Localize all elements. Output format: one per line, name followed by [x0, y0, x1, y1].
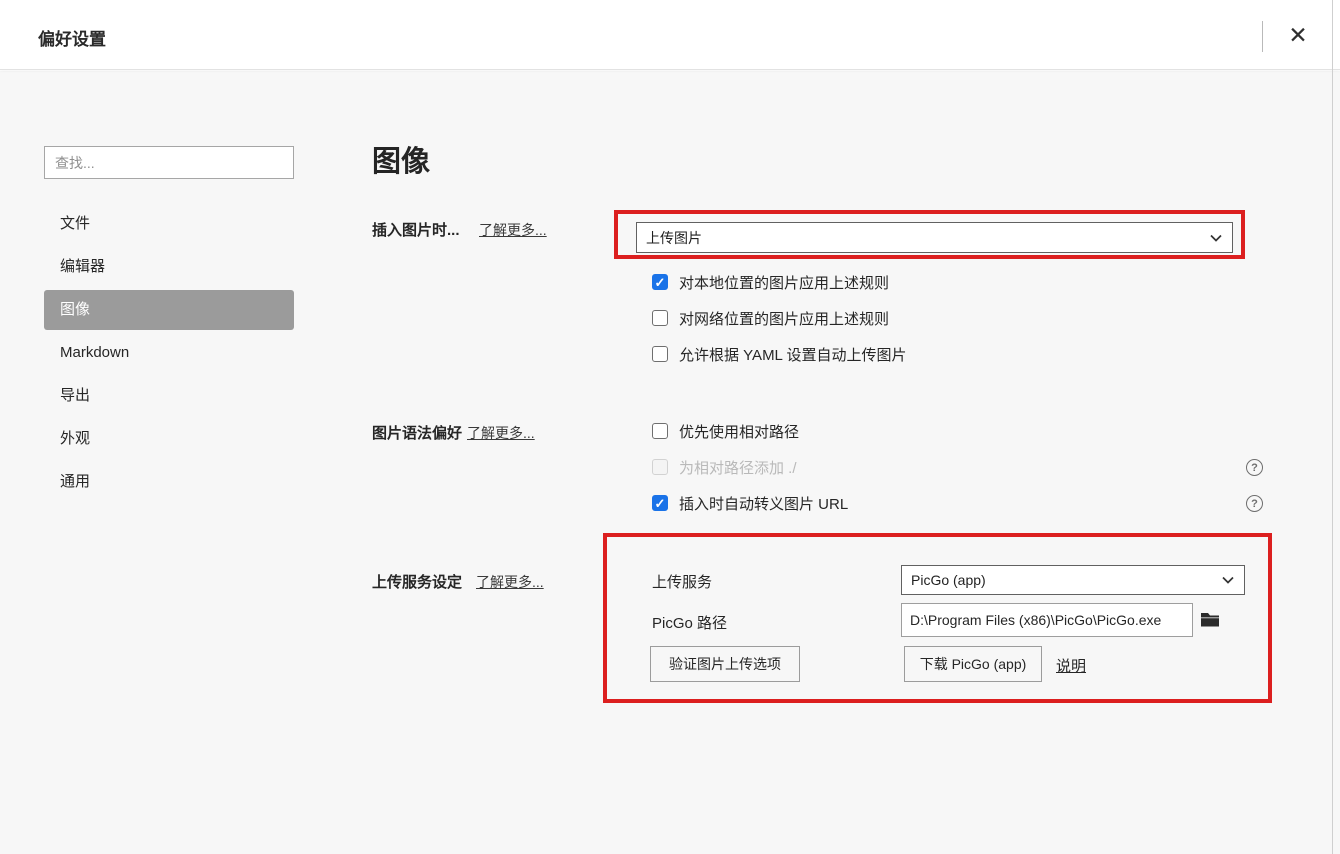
download-picgo-button[interactable]: 下载 PicGo (app) [904, 646, 1042, 682]
titlebar: 偏好设置 ✕ [0, 0, 1340, 70]
sidebar-item-appearance[interactable]: 外观 [44, 419, 294, 459]
checkbox-row: 插入时自动转义图片 URL [652, 494, 848, 512]
checkbox-local-rule[interactable] [652, 274, 668, 290]
checkbox-label: 对网络位置的图片应用上述规则 [679, 308, 889, 329]
upload-service-select-value: PicGo (app) [911, 572, 986, 588]
upload-service-select[interactable]: PicGo (app) [901, 565, 1245, 595]
insert-action-select-value: 上传图片 [646, 228, 702, 248]
checkbox-yaml-upload[interactable] [652, 346, 668, 362]
checkbox-add-dot-slash [652, 459, 668, 475]
picgo-path-label: PicGo 路径 [652, 612, 727, 633]
upload-section-label: 上传服务设定 [372, 571, 462, 592]
checkbox-label: 插入时自动转义图片 URL [679, 493, 848, 514]
sidebar-item-markdown[interactable]: Markdown [44, 333, 294, 373]
checkbox-network-rule[interactable] [652, 310, 668, 326]
titlebar-divider [1262, 21, 1263, 52]
sidebar-item-editor[interactable]: 编辑器 [44, 247, 294, 287]
syntax-section-label: 图片语法偏好 [372, 422, 462, 443]
checkbox-row: 对本地位置的图片应用上述规则 [652, 273, 889, 291]
preferences-panel: 文件 编辑器 图像 Markdown 导出 外观 通用 图像 插入图片时... … [0, 71, 1340, 854]
chevron-down-icon [1210, 234, 1222, 242]
sidebar-item-export[interactable]: 导出 [44, 376, 294, 416]
sidebar-item-files[interactable]: 文件 [44, 204, 294, 244]
help-icon[interactable]: ? [1246, 495, 1263, 512]
window-title: 偏好设置 [38, 25, 106, 50]
checkbox-row: 优先使用相对路径 [652, 422, 799, 440]
picgo-path-input[interactable] [901, 603, 1193, 637]
window-right-edge [1332, 0, 1333, 854]
checkbox-label: 为相对路径添加 ./ [679, 457, 797, 478]
instructions-link[interactable]: 说明 [1056, 655, 1086, 676]
help-icon[interactable]: ? [1246, 459, 1263, 476]
upload-service-label: 上传服务 [652, 571, 712, 592]
sidebar-nav: 文件 编辑器 图像 Markdown 导出 外观 通用 [44, 204, 294, 505]
close-icon[interactable]: ✕ [1281, 18, 1315, 52]
syntax-learn-more-link[interactable]: 了解更多... [467, 423, 535, 443]
checkbox-escape-url[interactable] [652, 495, 668, 511]
checkbox-relative-path[interactable] [652, 423, 668, 439]
insert-learn-more-link[interactable]: 了解更多... [479, 220, 547, 240]
checkbox-row: 允许根据 YAML 设置自动上传图片 [652, 345, 907, 363]
checkbox-row: 为相对路径添加 ./ [652, 458, 797, 476]
checkbox-label: 允许根据 YAML 设置自动上传图片 [679, 344, 907, 365]
chevron-down-icon [1222, 576, 1234, 584]
checkbox-label: 对本地位置的图片应用上述规则 [679, 272, 889, 293]
sidebar-item-image[interactable]: 图像 [44, 290, 294, 330]
folder-icon[interactable] [1200, 610, 1220, 628]
search-input[interactable] [44, 146, 294, 179]
insert-action-select[interactable]: 上传图片 [636, 222, 1233, 253]
checkbox-row: 对网络位置的图片应用上述规则 [652, 309, 889, 327]
upload-learn-more-link[interactable]: 了解更多... [476, 572, 544, 592]
insert-section-label: 插入图片时... [372, 219, 460, 240]
sidebar-item-general[interactable]: 通用 [44, 462, 294, 502]
validate-upload-button[interactable]: 验证图片上传选项 [650, 646, 800, 682]
page-title: 图像 [372, 138, 430, 180]
checkbox-label: 优先使用相对路径 [679, 421, 799, 442]
